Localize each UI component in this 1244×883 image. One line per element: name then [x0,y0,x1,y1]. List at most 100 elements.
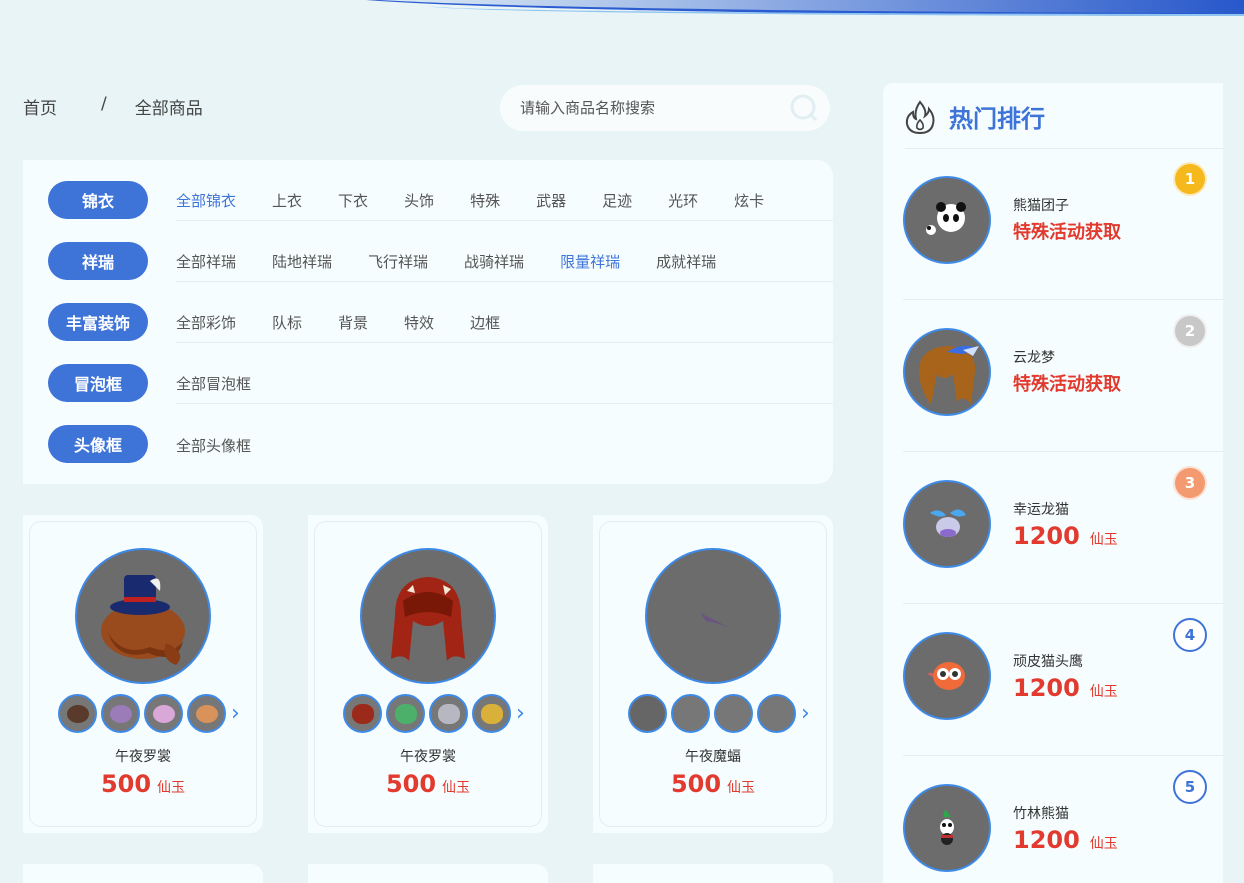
variant-thumb[interactable] [343,694,382,733]
category-item[interactable]: 足迹 [602,190,632,211]
category-item[interactable]: 光环 [668,190,698,211]
category-pill-bubbles[interactable]: 冒泡框 [48,364,148,402]
chevron-right-icon[interactable]: › [801,701,810,726]
search-icon[interactable] [790,94,818,122]
hat-hair-icon[interactable] [75,548,211,684]
search-input[interactable] [520,99,780,117]
variant-thumb[interactable] [386,694,425,733]
category-pill-decorations[interactable]: 丰富装饰 [48,303,148,341]
price-unit: 仙玉 [1089,684,1118,700]
ranking-item-name: 竹林熊猫 [1013,806,1069,822]
owl-icon[interactable] [903,632,991,720]
category-panel: 锦衣 全部锦衣 上衣 下衣 头饰 特殊 武器 足迹 光环 炫卡 祥瑞 全部祥瑞 … [23,160,833,484]
variant-thumbs: › [343,694,525,733]
price-value: 1200 [1013,522,1080,550]
breadcrumb-separator: / [101,94,107,114]
category-item[interactable]: 陆地祥瑞 [272,251,332,272]
category-item[interactable]: 队标 [272,312,302,333]
dragon-hair-icon[interactable] [903,328,991,416]
category-item[interactable]: 特殊 [470,190,500,211]
product-price: 500 仙玉 [23,770,263,798]
chevron-right-icon[interactable]: › [231,701,240,726]
ranking-item[interactable]: 顽皮猫头鹰 1200 仙玉 4 [903,604,1223,756]
variant-thumb[interactable] [429,694,468,733]
panda-icon[interactable] [903,176,991,264]
ranking-item[interactable]: 竹林熊猫 1200 仙玉 5 [903,756,1223,883]
chevron-right-icon[interactable]: › [516,701,525,726]
variant-swatch [759,696,794,731]
category-item[interactable]: 头饰 [404,190,434,211]
category-row-avatar-frames: 头像框 全部头像框 [23,404,833,465]
price-unit: 仙玉 [1089,836,1118,852]
category-pill-mounts[interactable]: 祥瑞 [48,242,148,280]
price-unit: 仙玉 [442,780,471,796]
category-item[interactable]: 飞行祥瑞 [368,251,428,272]
ranking-item[interactable]: 幸运龙猫 1200 仙玉 3 [903,452,1223,604]
category-item[interactable]: 成就祥瑞 [656,251,716,272]
category-row-clothing: 锦衣 全部锦衣 上衣 下衣 头饰 特殊 武器 足迹 光环 炫卡 [23,160,833,221]
product-card[interactable]: › 午夜罗裳 500 仙玉 [23,515,263,833]
category-items: 全部锦衣 上衣 下衣 头饰 特殊 武器 足迹 光环 炫卡 [176,181,833,221]
fire-icon [905,99,935,134]
price-value: 1200 [1013,674,1080,702]
category-item[interactable]: 边框 [470,312,500,333]
ranking-item-name: 熊猫团子 [1013,198,1069,214]
variant-thumb[interactable] [101,694,140,733]
variant-swatch [394,703,417,724]
variant-swatch [195,704,218,723]
category-item[interactable]: 全部彩饰 [176,312,236,333]
ranking-title: 热门排行 [949,105,1045,133]
ranking-item[interactable]: 熊猫团子 特殊活动获取 1 [903,148,1223,300]
category-item[interactable]: 上衣 [272,190,302,211]
bamboo-panda-icon[interactable] [903,784,991,872]
red-hair-icon[interactable] [360,548,496,684]
variant-thumbs: › [58,694,240,733]
variant-swatch [109,704,132,723]
variant-swatch [673,696,708,731]
price-value: 500 [670,770,722,798]
ranking-item-special: 特殊活动获取 [1013,222,1121,243]
variant-thumb[interactable] [714,694,753,733]
variant-thumb[interactable] [757,694,796,733]
variant-thumb[interactable] [671,694,710,733]
variant-thumb[interactable] [144,694,183,733]
variant-thumb[interactable] [628,694,667,733]
variant-thumb[interactable] [58,694,97,733]
category-pill-clothing[interactable]: 锦衣 [48,181,148,219]
product-card-partial[interactable] [308,864,548,883]
variant-thumb[interactable] [187,694,226,733]
category-item[interactable]: 限量祥瑞 [560,251,620,272]
category-item[interactable]: 武器 [536,190,566,211]
category-pill-avatar-frames[interactable]: 头像框 [48,425,148,463]
product-card-partial[interactable] [23,864,263,883]
product-name: 午夜罗裳 [400,749,456,765]
header-wave-line [430,6,1244,16]
breadcrumb-current: 全部商品 [134,99,203,119]
category-item[interactable]: 全部冒泡框 [176,373,251,394]
category-item[interactable]: 战骑祥瑞 [464,251,524,272]
breadcrumb-home[interactable]: 首页 [23,94,57,119]
product-price: 500 仙玉 [308,770,548,798]
ranking-item-name: 幸运龙猫 [1013,502,1069,518]
variant-thumb[interactable] [472,694,511,733]
category-item[interactable]: 全部头像框 [176,435,251,456]
product-card[interactable]: › 午夜罗裳 500 仙玉 [308,515,548,833]
product-card[interactable]: › 午夜魔蝠 500 仙玉 [593,515,833,833]
bat-icon[interactable] [645,548,781,684]
category-item[interactable]: 全部祥瑞 [176,251,236,272]
ranking-item-price: 1200 仙玉 [1013,826,1118,854]
ranking-header: 热门排行 [905,99,1045,134]
price-value: 1200 [1013,826,1080,854]
price-value: 500 [385,770,437,798]
product-name: 午夜罗裳 [115,749,171,765]
category-item[interactable]: 炫卡 [734,190,764,211]
category-items: 全部彩饰 队标 背景 特效 边框 [176,303,833,343]
ranking-item[interactable]: 云龙梦 特殊活动获取 2 [903,300,1223,452]
category-item[interactable]: 背景 [338,312,368,333]
product-card-partial[interactable] [593,864,833,883]
category-item[interactable]: 全部锦衣 [176,190,236,211]
category-item[interactable]: 下衣 [338,190,368,211]
category-item[interactable]: 特效 [404,312,434,333]
lucky-cat-icon[interactable] [903,480,991,568]
price-unit: 仙玉 [727,780,756,796]
